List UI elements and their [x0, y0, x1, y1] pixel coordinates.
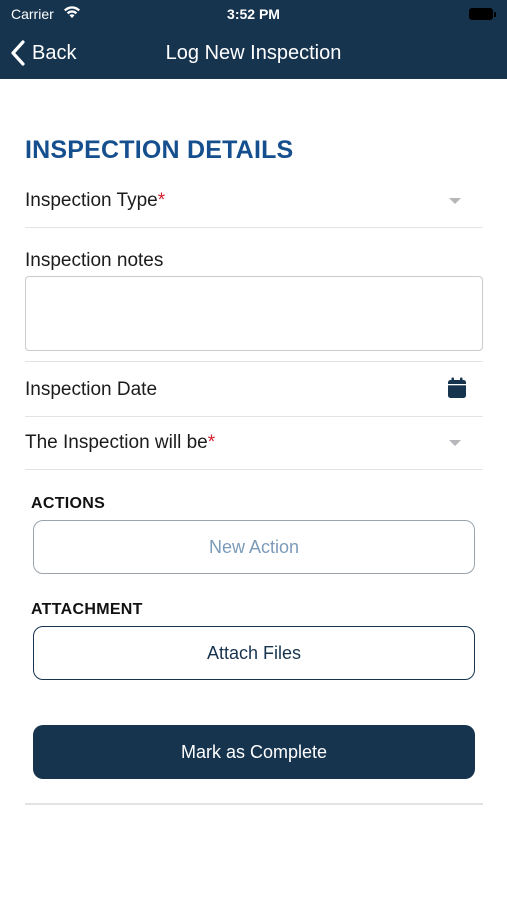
- divider: [25, 416, 483, 417]
- inspection-date-label: Inspection Date: [25, 379, 158, 400]
- inspection-will-be-select[interactable]: The Inspection will be*: [25, 430, 483, 456]
- inspection-will-be-label: The Inspection will be*: [25, 432, 216, 453]
- new-action-button[interactable]: New Action: [33, 520, 475, 574]
- inspection-type-label: Inspection Type*: [25, 190, 166, 211]
- nav-bar: Back Log New Inspection: [0, 30, 507, 79]
- notes-label: Inspection notes: [25, 250, 164, 271]
- attachment-heading: ATTACHMENT: [31, 601, 143, 618]
- divider: [25, 469, 483, 470]
- required-mark: *: [157, 190, 166, 211]
- divider: [25, 361, 483, 362]
- inspection-date-field[interactable]: Inspection Date: [25, 377, 483, 403]
- calendar-icon[interactable]: [447, 377, 467, 399]
- notes-textarea[interactable]: [25, 276, 483, 351]
- bottom-divider: [25, 803, 483, 805]
- required-mark: *: [207, 432, 216, 453]
- caret-down-icon: [449, 198, 461, 204]
- attach-files-button[interactable]: Attach Files: [33, 626, 475, 680]
- inspection-type-select[interactable]: Inspection Type*: [25, 188, 483, 214]
- mark-complete-button[interactable]: Mark as Complete: [33, 725, 475, 779]
- section-title: INSPECTION DETAILS: [25, 136, 294, 164]
- page-title: Log New Inspection: [165, 42, 342, 64]
- caret-down-icon: [449, 440, 461, 446]
- status-bar: Carrier 3:52 PM: [0, 0, 507, 30]
- status-time: 3:52 PM: [227, 6, 280, 22]
- divider: [25, 227, 483, 228]
- app-header: Carrier 3:52 PM Back Log New Inspection: [0, 0, 507, 79]
- battery-icon: [469, 8, 496, 20]
- actions-heading: ACTIONS: [31, 495, 106, 512]
